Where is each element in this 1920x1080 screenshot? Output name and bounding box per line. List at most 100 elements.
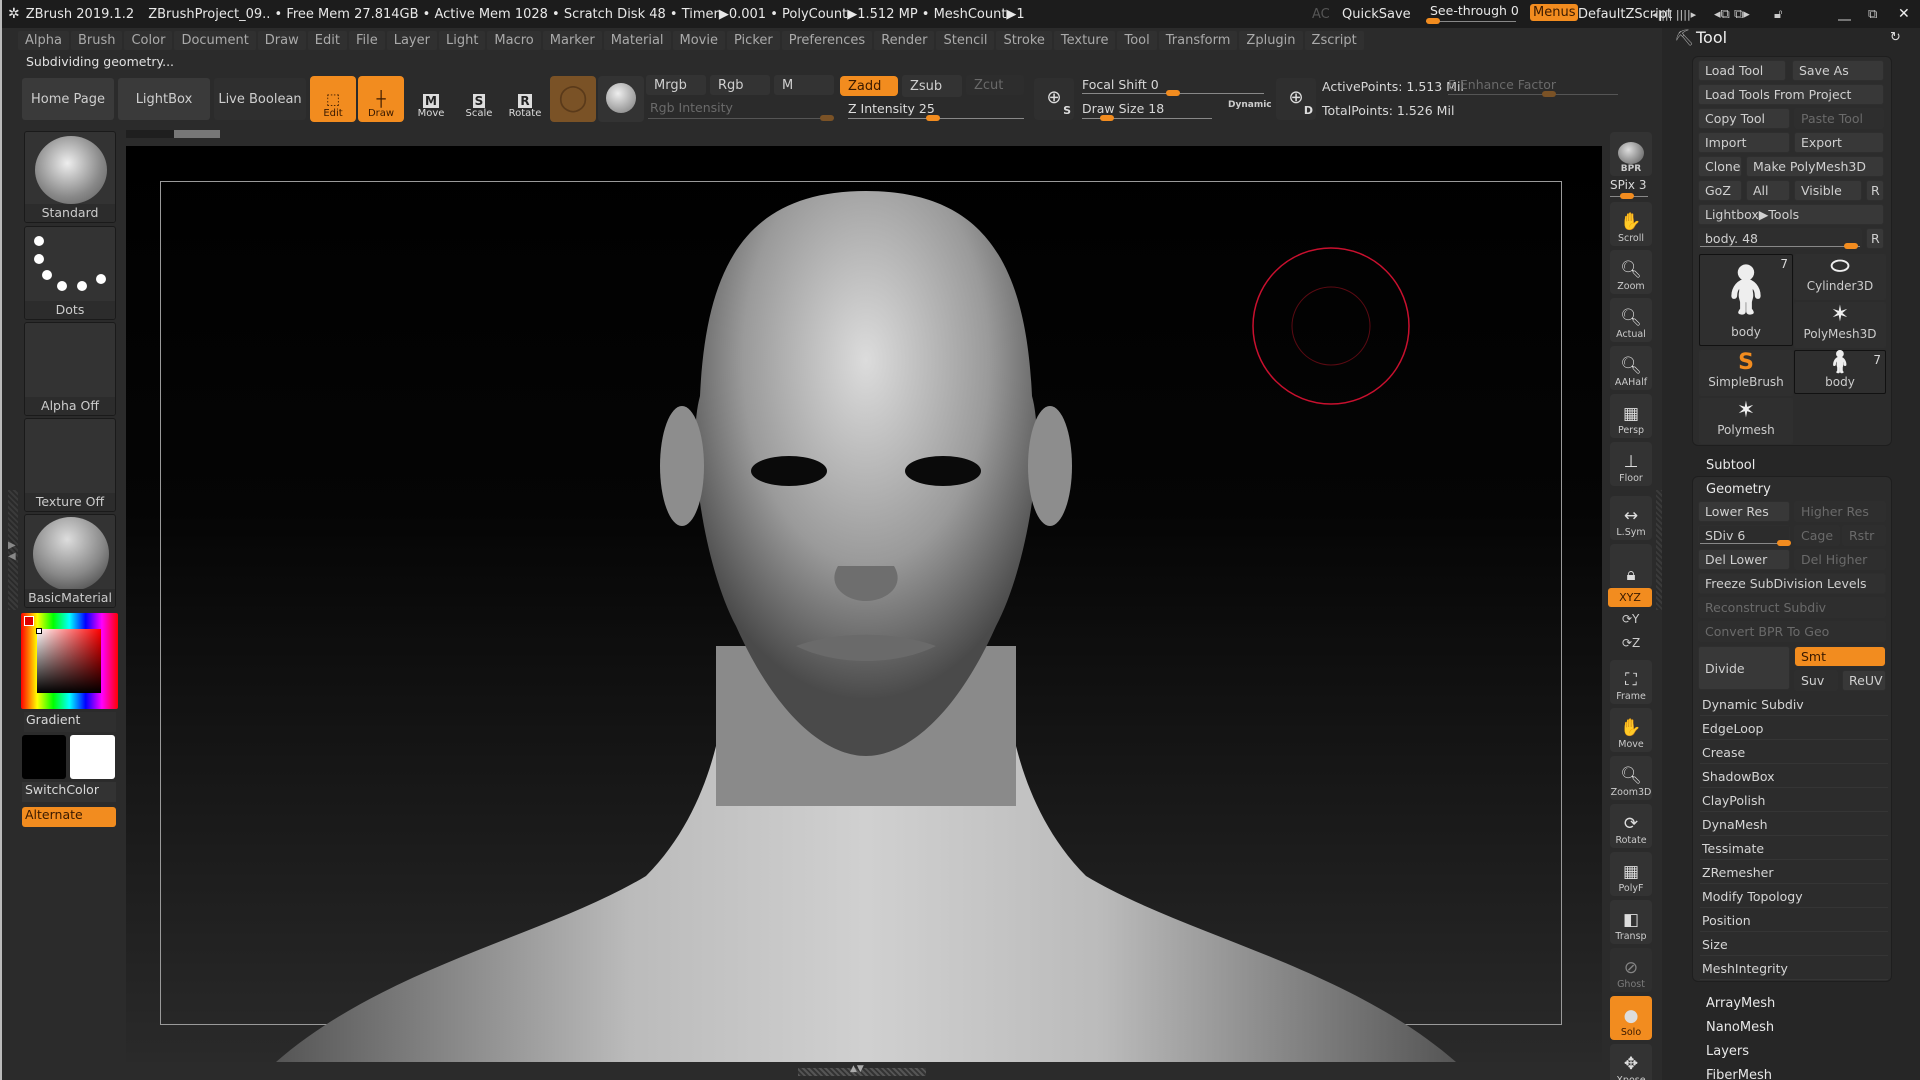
main-color-swatch[interactable] — [22, 735, 66, 779]
see-through-slider[interactable]: See-through 0 — [1422, 2, 1519, 24]
focal-s-button[interactable]: ⊕ S — [1034, 78, 1074, 120]
menu-color[interactable]: Color — [124, 30, 173, 50]
solo-button[interactable]: ● Solo — [1610, 996, 1652, 1040]
menu-zscript[interactable]: Zscript — [1304, 30, 1364, 50]
reuv-button[interactable]: ReUV — [1842, 670, 1886, 691]
ac-label[interactable]: AC — [1312, 7, 1330, 22]
sdiv-track[interactable] — [1700, 543, 1788, 544]
paste-tool-button[interactable]: Paste Tool — [1794, 108, 1884, 129]
tool-slider-knob[interactable] — [1844, 243, 1858, 249]
enhance-factor-knob[interactable] — [1542, 91, 1556, 97]
reconstruct-subdiv-button[interactable]: Reconstruct Subdiv — [1698, 597, 1886, 618]
menu-material[interactable]: Material — [603, 30, 671, 50]
subpalette-fibermesh[interactable]: FiberMesh — [1706, 1068, 1772, 1080]
menu-picker[interactable]: Picker — [727, 30, 780, 50]
cage-button[interactable]: Cage — [1794, 525, 1840, 546]
z-intensity-knob[interactable] — [926, 115, 940, 121]
del-lower-button[interactable]: Del Lower — [1698, 549, 1790, 570]
expand-left-tray-icon[interactable]: ▶ ◀ — [8, 540, 16, 562]
lightbox-tools-button[interactable]: Lightbox▶Tools — [1698, 204, 1884, 225]
geometry-zremesher[interactable]: ZRemesher — [1700, 862, 1888, 884]
zadd-button[interactable]: Zadd — [840, 76, 898, 96]
menu-layer[interactable]: Layer — [386, 30, 437, 50]
freeze-subdivision-button[interactable]: Freeze SubDivision Levels — [1698, 573, 1886, 594]
color-picker[interactable] — [21, 613, 118, 709]
geometry-claypolish[interactable]: ClayPolish — [1700, 790, 1888, 812]
sv-marker[interactable] — [36, 628, 42, 634]
texture-selector[interactable]: Texture Off — [24, 418, 116, 512]
rgb-button[interactable]: Rgb — [710, 75, 770, 95]
goz-all-button[interactable]: All — [1746, 180, 1790, 201]
menu-stroke[interactable]: Stroke — [996, 30, 1052, 50]
dynamic-toggle[interactable]: Dynamic — [1228, 100, 1272, 110]
geometry-dynamesh[interactable]: DynaMesh — [1700, 814, 1888, 836]
higher-res-button[interactable]: Higher Res — [1794, 501, 1886, 522]
copy-tool-button[interactable]: Copy Tool — [1698, 108, 1790, 129]
goz-button[interactable]: GoZ — [1698, 180, 1742, 201]
live-boolean-button[interactable]: Live Boolean — [214, 78, 306, 120]
geometry-dynamic-subdiv[interactable]: Dynamic Subdiv — [1700, 694, 1888, 716]
spix-knob[interactable] — [1620, 193, 1634, 199]
camera-lock-button[interactable]: 🔒︎ — [1610, 544, 1652, 588]
suv-toggle[interactable]: Suv — [1794, 670, 1838, 691]
focal-shift-knob[interactable] — [1166, 90, 1180, 96]
close-icon[interactable]: ✕ — [1898, 6, 1910, 22]
geometry-meshintegrity[interactable]: MeshIntegrity — [1700, 958, 1888, 980]
load-tool-button[interactable]: Load Tool — [1698, 60, 1786, 81]
menu-stencil[interactable]: Stencil — [936, 30, 995, 50]
zsub-button[interactable]: Zsub — [902, 75, 962, 97]
polyf-button[interactable]: ▦ PolyF — [1610, 852, 1652, 896]
material-selector[interactable]: BasicMaterial — [24, 514, 116, 608]
scroll-button[interactable]: ✋ Scroll — [1610, 202, 1652, 246]
tool-slider-r-button[interactable]: R — [1866, 228, 1884, 249]
layout-switch-icon[interactable]: ◂⧉ ⧉▸ — [1714, 7, 1750, 22]
focal-d-button[interactable]: ⊕ D — [1276, 78, 1316, 120]
shrink-interface-icon[interactable]: ◂|||| ||||▸ — [1652, 8, 1696, 21]
menu-zplugin[interactable]: Zplugin — [1239, 30, 1303, 50]
alternate-button[interactable]: Alternate — [22, 807, 116, 827]
subpalette-layers[interactable]: Layers — [1706, 1044, 1749, 1059]
tool-slider-track[interactable] — [1700, 246, 1860, 247]
scale-mode-button[interactable]: S Scale — [456, 76, 502, 122]
rstr-button[interactable]: Rstr — [1842, 525, 1886, 546]
geometry-header[interactable]: Geometry — [1706, 482, 1771, 497]
rotate3d-button[interactable]: ⟳ Rotate — [1610, 804, 1652, 848]
zcut-button[interactable]: Zcut — [966, 75, 1024, 95]
convert-bpr-button[interactable]: Convert BPR To Geo — [1698, 621, 1886, 642]
sdiv-knob[interactable] — [1777, 540, 1791, 546]
rotate-xyz-toggle[interactable]: XYZ — [1608, 588, 1652, 607]
save-as-button[interactable]: Save As — [1792, 60, 1884, 81]
aahalf-button[interactable]: 🔍︎ AAHalf — [1610, 346, 1652, 390]
menu-texture[interactable]: Texture — [1053, 30, 1116, 50]
menu-marker[interactable]: Marker — [542, 30, 602, 50]
color-sv-square[interactable] — [37, 629, 101, 693]
panel-reset-icon[interactable]: ↻ — [1890, 30, 1901, 45]
geometry-shadowbox[interactable]: ShadowBox — [1700, 766, 1888, 788]
home-page-button[interactable]: Home Page — [22, 78, 114, 120]
load-tools-from-project-button[interactable]: Load Tools From Project — [1698, 84, 1884, 105]
lock-icon[interactable]: 🔓︎ — [1774, 7, 1782, 22]
see-through-knob[interactable] — [1426, 18, 1440, 24]
menu-alpha[interactable]: Alpha — [18, 30, 69, 50]
transp-button[interactable]: ◧ Transp — [1610, 900, 1652, 944]
lower-res-button[interactable]: Lower Res — [1698, 501, 1790, 522]
subpalette-nanomesh[interactable]: NanoMesh — [1706, 1020, 1774, 1035]
menu-light[interactable]: Light — [438, 30, 486, 50]
secondary-color-swatch[interactable] — [70, 735, 115, 779]
rotate-mode-button[interactable]: R Rotate — [502, 76, 548, 122]
gradient-button[interactable]: Gradient — [24, 712, 116, 732]
menu-edit[interactable]: Edit — [307, 30, 347, 50]
rgb-intensity-track[interactable] — [648, 118, 828, 119]
menu-tool[interactable]: Tool — [1117, 30, 1157, 50]
geometry-modify-topology[interactable]: Modify Topology — [1700, 886, 1888, 908]
alpha-selector[interactable]: Alpha Off — [24, 322, 116, 416]
tool-thumb-body[interactable]: 🧍︎ body 7 — [1794, 350, 1886, 394]
draw-mode-button[interactable]: ┼ Draw — [358, 76, 404, 122]
menu-file[interactable]: File — [348, 30, 385, 50]
rgb-intensity-knob[interactable] — [820, 115, 834, 121]
draw-size-knob[interactable] — [1100, 115, 1114, 121]
stroke-selector[interactable]: Dots — [24, 226, 116, 320]
sculptris-button[interactable] — [598, 76, 644, 122]
import-button[interactable]: Import — [1698, 132, 1790, 153]
subtool-header[interactable]: Subtool — [1706, 458, 1755, 473]
